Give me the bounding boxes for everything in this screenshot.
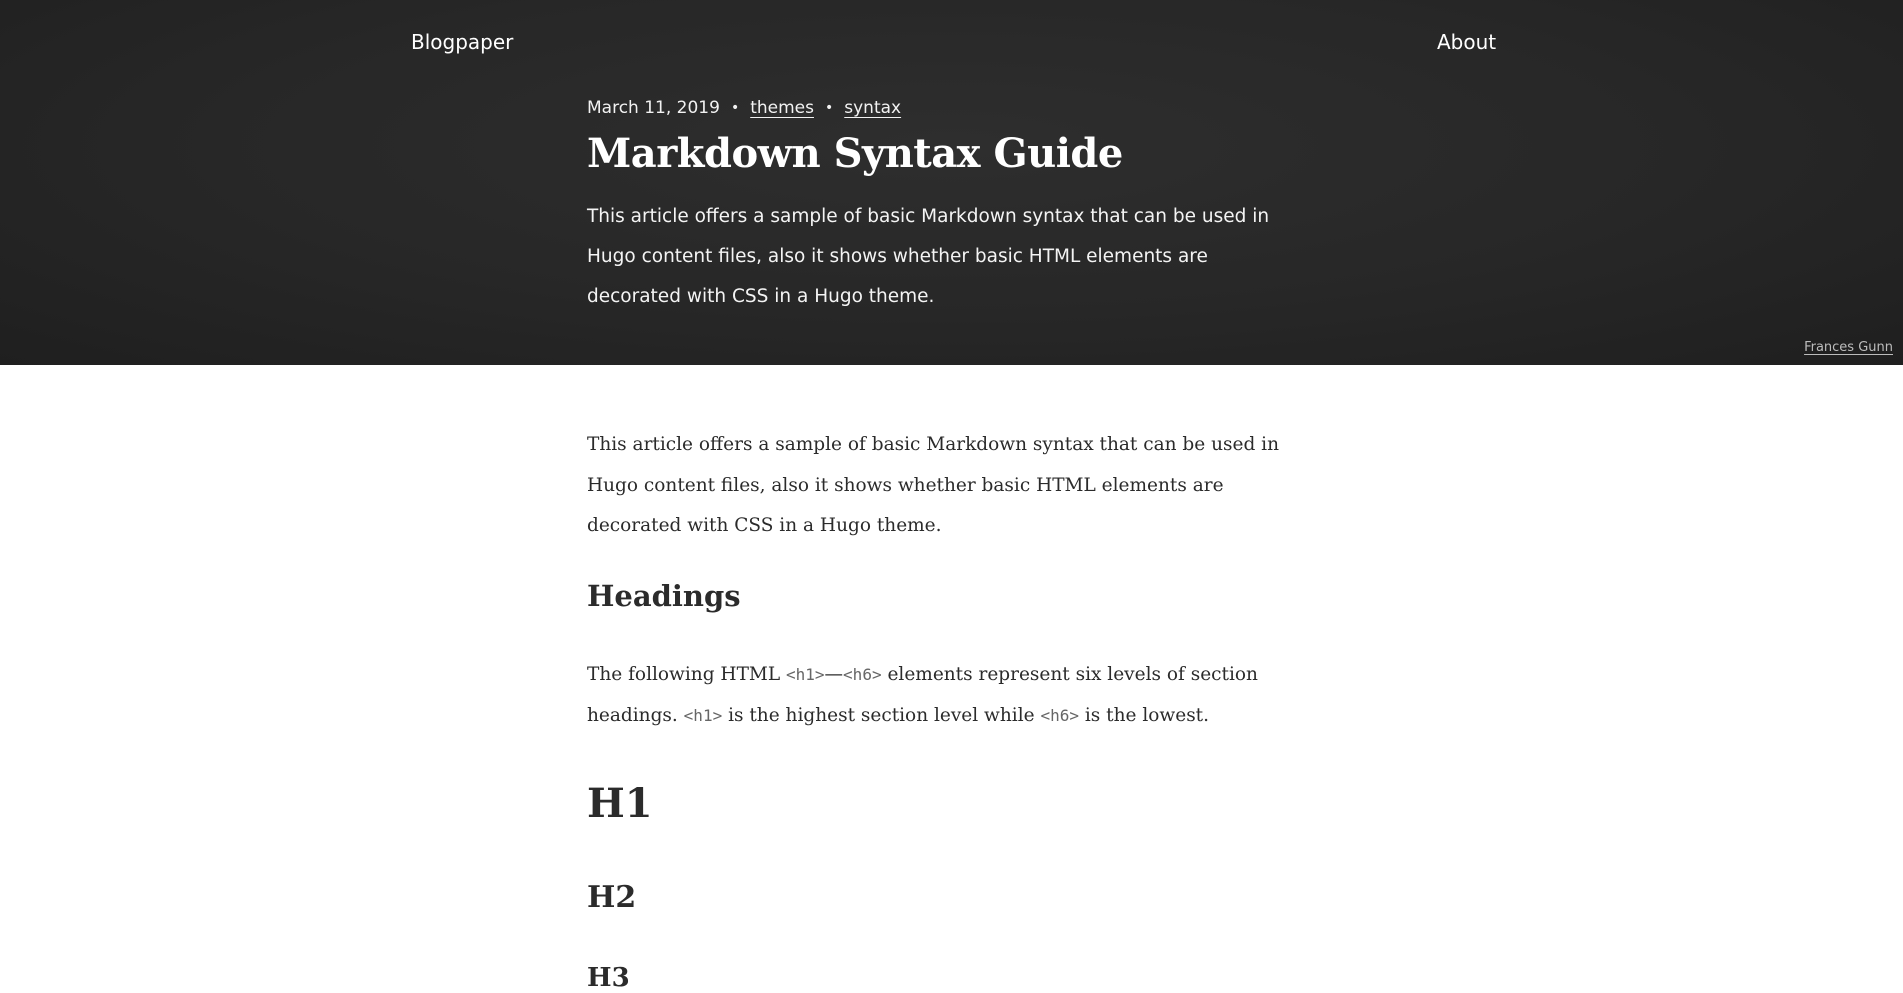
text-segment: is the highest section level while [722,704,1041,726]
demo-heading-h3: H3 [587,963,630,993]
post-title: Markdown Syntax Guide [587,130,1123,177]
inline-code-h1: <h1> [683,705,723,725]
headings-paragraph: The following HTML <h1>—<h6> elements re… [587,655,1287,736]
inline-code-h6: <h6> [1040,705,1079,725]
inline-code-h1: <h1> [786,665,825,684]
tag-syntax-link[interactable]: syntax [844,98,901,118]
section-heading-headings: Headings [587,579,741,613]
inline-code-h6: <h6> [843,665,882,684]
post-summary: This article offers a sample of basic Ma… [587,206,1270,307]
em-dash: — [824,664,844,685]
photo-credit-link[interactable]: Frances Gunn [1804,340,1893,355]
meta-separator: • [730,100,740,116]
nav-about-link[interactable]: About [1437,30,1496,54]
tag-themes-link[interactable]: themes [750,98,814,118]
post-meta: March 11, 2019 • themes • syntax [587,98,901,118]
post-date: March 11, 2019 [587,98,720,118]
meta-separator: • [824,100,834,116]
demo-heading-h1: H1 [587,780,653,827]
text-segment: is the lowest. [1079,704,1209,726]
intro-paragraph: This article offers a sample of basic Ma… [587,434,1280,536]
site-title-link[interactable]: Blogpaper [411,30,513,54]
hero-header: Blogpaper About March 11, 2019 • themes … [0,0,1903,365]
text-segment: The following HTML [587,664,787,685]
demo-heading-h2: H2 [587,880,637,915]
